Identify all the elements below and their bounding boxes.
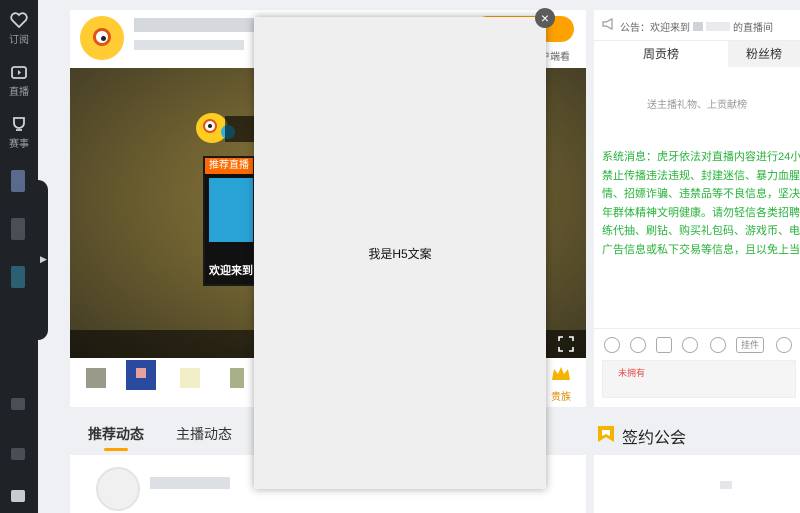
- feed-username: [150, 477, 230, 489]
- gift-item[interactable]: [230, 368, 244, 388]
- font-icon[interactable]: [682, 337, 698, 353]
- tab-recommended-feed[interactable]: 推荐动态: [88, 424, 144, 444]
- avatar[interactable]: [11, 266, 25, 288]
- avatar[interactable]: [96, 467, 140, 511]
- system-message: 系统消息：虎牙依法对直播内容进行24小时 禁止传播违法违规、封建迷信、暴力血腥、…: [602, 151, 800, 256]
- active-tab-indicator: [104, 448, 128, 451]
- streamer-avatar[interactable]: [80, 16, 124, 60]
- emoji-icon[interactable]: [604, 337, 620, 353]
- avatar[interactable]: [11, 490, 25, 502]
- tab-weekly-rank[interactable]: 周贡榜: [594, 41, 728, 67]
- modal-text: 我是H5文案: [368, 247, 432, 261]
- room-notice: 公告：欢迎来到 的直播间: [594, 10, 800, 41]
- recommended-live-card[interactable]: 推荐直播 欢迎来到: [203, 156, 255, 286]
- nav-item-label: 赛事: [9, 139, 29, 150]
- fullscreen-icon[interactable]: [558, 336, 574, 352]
- guild-card: [594, 455, 800, 513]
- badge-status: 未拥有: [618, 368, 646, 378]
- avatar[interactable]: [11, 218, 25, 240]
- guild-placeholder: [720, 481, 732, 489]
- nav-item-live[interactable]: 直播: [0, 64, 38, 98]
- gift-item[interactable]: [86, 368, 106, 388]
- pendant-button[interactable]: 挂件: [736, 337, 765, 353]
- nav-item-label: 订阅: [9, 35, 29, 46]
- room-info: [134, 40, 244, 50]
- tab-streamer-feed[interactable]: 主播动态: [176, 424, 232, 444]
- nav-item-label: 直播: [9, 87, 29, 98]
- h5-modal[interactable]: 我是H5文案: [254, 17, 546, 489]
- recommended-welcome: 欢迎来到: [209, 265, 253, 277]
- palette-icon[interactable]: [630, 337, 646, 353]
- streamer-name: [134, 18, 254, 32]
- bubble-icon[interactable]: [710, 337, 726, 353]
- tv-icon: [11, 66, 27, 79]
- nav-collapse-handle[interactable]: ▶: [38, 180, 48, 340]
- recommended-thumbnail: [209, 178, 253, 242]
- notice-text: 公告：欢迎来到 的直播间: [620, 22, 773, 34]
- sparkle-icon[interactable]: [656, 337, 672, 353]
- tab-fan-rank[interactable]: 粉丝榜: [728, 41, 800, 67]
- guild-title: 签约公会: [622, 430, 687, 447]
- megaphone-icon: [602, 18, 613, 30]
- nav-item-events[interactable]: 赛事: [0, 116, 38, 150]
- heart-icon: [10, 12, 28, 28]
- mascot-eye-icon: [93, 28, 111, 46]
- left-nav: 订阅 直播 赛事: [0, 0, 38, 513]
- gift-item[interactable]: [126, 360, 156, 390]
- nobility-button[interactable]: 贵族: [551, 388, 571, 403]
- flag-icon: [598, 426, 614, 442]
- trophy-icon: [13, 117, 25, 131]
- nav-item-subscribe[interactable]: 订阅: [0, 12, 38, 46]
- crown-icon: [552, 367, 570, 380]
- chevron-right-icon: ▶: [40, 254, 47, 264]
- chat-panel: 公告：欢迎来到 的直播间 周贡榜 粉丝榜 送主播礼物、上贡献榜 系统消息：虎牙依法…: [594, 10, 800, 407]
- rank-empty-text: 送主播礼物、上贡献榜: [647, 100, 747, 111]
- guild-header: 签约公会: [594, 420, 800, 450]
- avatar[interactable]: [11, 398, 25, 410]
- rank-tabs: 周贡榜 粉丝榜: [594, 41, 800, 67]
- settings-icon[interactable]: [776, 337, 792, 353]
- avatar[interactable]: [11, 448, 25, 460]
- avatar[interactable]: [11, 170, 25, 192]
- close-icon[interactable]: ×: [535, 8, 555, 28]
- chat-toolbar: 挂件: [594, 328, 800, 359]
- recommended-tag: 推荐直播: [205, 158, 253, 174]
- gift-item[interactable]: [180, 368, 200, 388]
